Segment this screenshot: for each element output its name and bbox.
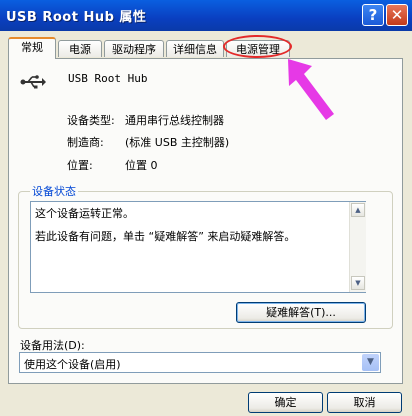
close-button[interactable]: ✕ xyxy=(386,4,408,26)
title-bar[interactable]: USB Root Hub 属性 ? ✕ xyxy=(0,0,412,31)
device-usage-value: 使用这个设备(启用) xyxy=(24,358,121,371)
manufacturer-label: 制造商: xyxy=(67,136,104,149)
tab-driver[interactable]: 驱动程序 xyxy=(104,40,164,57)
help-button[interactable]: ? xyxy=(362,4,384,26)
status-line: 若此设备有问题，单击 “疑难解答” 来启动疑难解答。 xyxy=(35,230,296,243)
usb-icon xyxy=(20,75,46,89)
device-usage-label: 设备用法(D): xyxy=(20,339,85,352)
location-value: 位置 0 xyxy=(125,159,158,172)
scroll-up-icon[interactable]: ▲ xyxy=(351,203,365,217)
device-status-label: 设备状态 xyxy=(30,183,78,199)
chevron-down-icon[interactable]: ▼ xyxy=(362,354,379,371)
tab-general[interactable]: 常规 xyxy=(8,37,56,59)
scroll-down-icon[interactable]: ▼ xyxy=(351,276,365,290)
location-label: 位置: xyxy=(67,159,93,172)
device-type-value: 通用串行总线控制器 xyxy=(125,114,224,127)
device-type-label: 设备类型: xyxy=(67,114,115,127)
device-name: USB Root Hub xyxy=(68,72,148,85)
manufacturer-value: (标准 USB 主控制器) xyxy=(125,136,230,149)
troubleshoot-button[interactable]: 疑难解答(T)... xyxy=(236,302,366,323)
tab-power[interactable]: 电源 xyxy=(58,40,102,57)
status-scrollbar[interactable]: ▲ ▼ xyxy=(349,202,366,292)
properties-dialog: USB Root Hub 属性 ? ✕ 常规 电源 驱动程序 详细信息 电源管理… xyxy=(0,0,412,416)
device-status-textbox[interactable]: 这个设备运转正常。 若此设备有问题，单击 “疑难解答” 来启动疑难解答。 xyxy=(30,201,366,293)
highlight-ellipse xyxy=(223,35,292,58)
pointer-arrow-icon xyxy=(288,59,334,120)
window-title: USB Root Hub 属性 xyxy=(6,10,147,25)
status-line: 这个设备运转正常。 xyxy=(35,207,134,220)
ok-button[interactable]: 确定 xyxy=(248,392,323,413)
device-usage-select[interactable]: 使用这个设备(启用) ▼ xyxy=(19,352,381,373)
tab-details[interactable]: 详细信息 xyxy=(166,40,224,57)
cancel-button[interactable]: 取消 xyxy=(327,392,402,413)
